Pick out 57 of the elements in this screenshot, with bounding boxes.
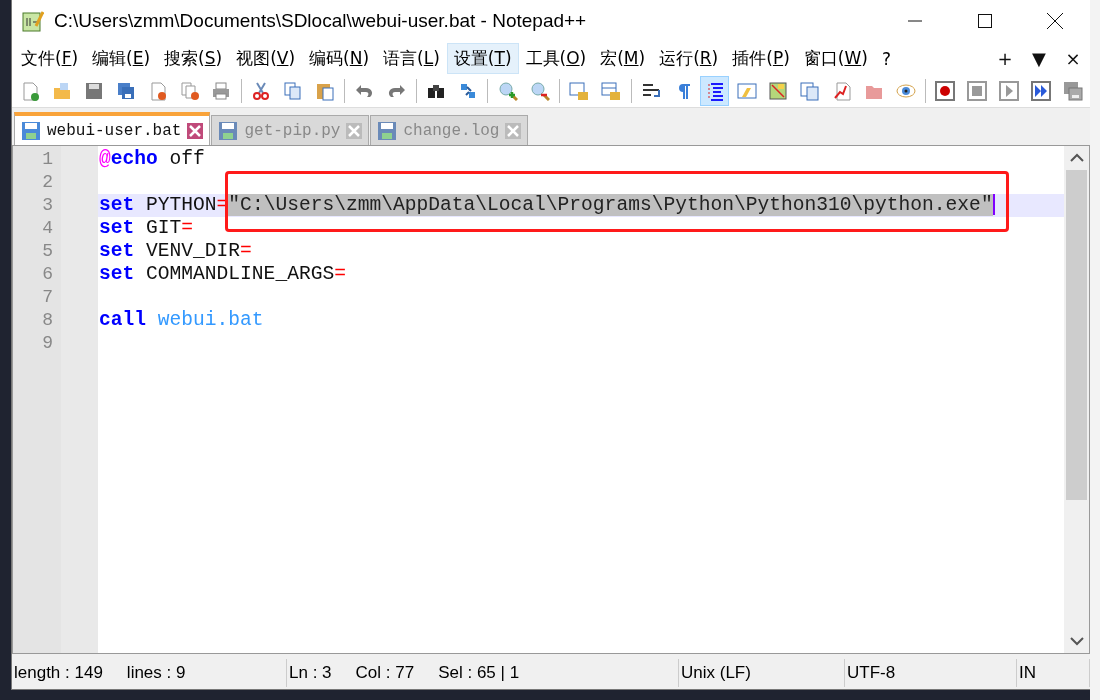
code-token: = bbox=[334, 263, 346, 285]
menu-item[interactable]: 宏(M) bbox=[593, 43, 653, 74]
menu-item[interactable]: 编码(N) bbox=[302, 43, 377, 74]
menu-item[interactable]: ? bbox=[874, 44, 898, 73]
code-token: @ bbox=[99, 148, 111, 170]
status-text: Unix (LF) bbox=[681, 662, 751, 683]
menu-item[interactable]: 视图(V) bbox=[229, 43, 303, 74]
code-token: echo bbox=[110, 148, 158, 170]
status-text: UTF-8 bbox=[847, 662, 896, 683]
status-text: lines : 9 bbox=[126, 662, 186, 683]
menu-item[interactable]: 语言(L) bbox=[376, 43, 447, 74]
close-icon[interactable] bbox=[1046, 12, 1064, 30]
menu-item[interactable]: 工具(O) bbox=[518, 43, 594, 74]
code-token: off bbox=[168, 148, 205, 170]
line-number: 1 bbox=[41, 148, 54, 171]
status-text: length : 149 bbox=[14, 662, 103, 683]
code-token: VENV_DIR bbox=[145, 240, 241, 262]
line-number: 8 bbox=[41, 309, 54, 332]
code-token: = bbox=[240, 240, 252, 262]
maximize-icon[interactable] bbox=[977, 13, 993, 29]
status-text: IN bbox=[1019, 662, 1036, 683]
code-token: call bbox=[99, 309, 147, 331]
close-tab-button[interactable]: × bbox=[1064, 48, 1082, 69]
menu-item[interactable]: 文件(F) bbox=[14, 43, 86, 74]
line-number: 7 bbox=[41, 286, 54, 309]
text-caret bbox=[992, 194, 995, 216]
code-token: webui.bat bbox=[156, 309, 264, 331]
line-number: 2 bbox=[41, 171, 54, 194]
line-number: 3 bbox=[41, 194, 54, 217]
status-text: Col : 77 bbox=[355, 662, 415, 683]
menu-item[interactable]: 搜索(S) bbox=[157, 43, 230, 74]
new-tab-button[interactable]: + bbox=[996, 48, 1014, 69]
code-token: set bbox=[99, 263, 135, 285]
line-number: 9 bbox=[41, 332, 54, 355]
window-title: C:\Users\zmm\Documents\SDlocal\webui-user.bat - Notepad++ bbox=[54, 10, 588, 32]
menu-item[interactable]: 编辑(E) bbox=[85, 43, 158, 74]
notepad-app-icon bbox=[22, 10, 44, 32]
line-number: 5 bbox=[41, 240, 54, 263]
code-token: PYTHON bbox=[145, 194, 217, 216]
menu-item[interactable]: 设置(T) bbox=[446, 43, 519, 74]
line-number: 6 bbox=[41, 263, 54, 286]
file-tab[interactable]: webui-user.bat bbox=[14, 112, 211, 145]
code-token: = bbox=[181, 217, 194, 239]
code-token: COMMANDLINE_ARGS bbox=[145, 263, 335, 285]
indent-guide-icon[interactable] bbox=[700, 76, 730, 106]
code-token: set bbox=[99, 217, 135, 239]
code-token: set bbox=[99, 194, 135, 216]
line-number: 4 bbox=[41, 217, 54, 240]
scrollbar-thumb[interactable] bbox=[1066, 170, 1087, 500]
code-token: set bbox=[99, 240, 135, 262]
code-token: GIT bbox=[145, 217, 182, 239]
tab-list-button[interactable]: ▼ bbox=[1030, 48, 1048, 69]
menu-item[interactable]: 插件(P) bbox=[725, 43, 797, 74]
menu-item[interactable]: 窗口(W) bbox=[796, 43, 875, 74]
menu-item[interactable]: 运行(R) bbox=[652, 43, 726, 74]
status-text: Ln : 3 bbox=[289, 662, 332, 683]
status-text: Sel : 65 | 1 bbox=[438, 662, 520, 683]
